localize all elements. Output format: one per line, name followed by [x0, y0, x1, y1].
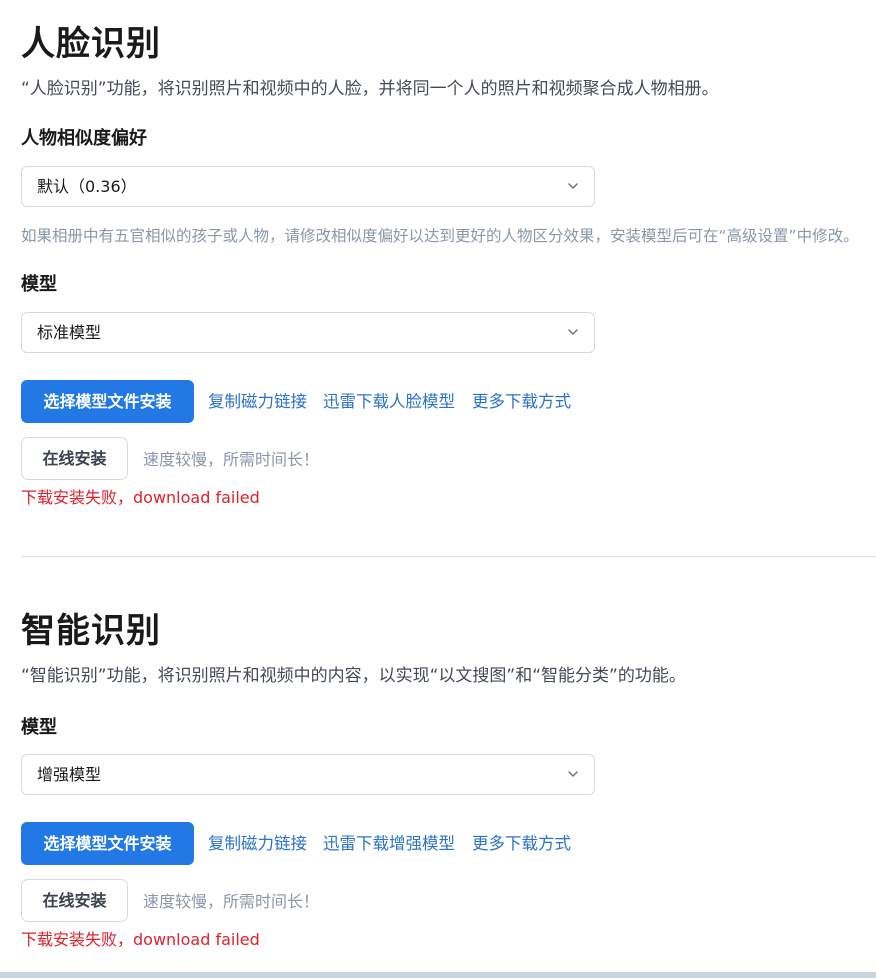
smart-error-text: 下载安装失败，download failed: [21, 930, 260, 949]
smart-model-selected-value: 增强模型: [37, 765, 102, 784]
face-more-download-link[interactable]: 更多下载方式: [472, 390, 571, 414]
similarity-selected-value: 默认（0.36）: [37, 177, 137, 196]
face-install-file-button[interactable]: 选择模型文件安装: [21, 380, 194, 423]
face-model-selected-value: 标准模型: [37, 323, 102, 342]
smart-model-select[interactable]: 增强模型: [21, 754, 595, 795]
smart-section-description: “智能识别”功能，将识别照片和视频中的内容，以实现“以文搜图”和“智能分类”的功…: [21, 666, 686, 686]
smart-section-title: 智能识别: [21, 611, 161, 651]
face-model-label: 模型: [21, 274, 57, 295]
smart-thunder-download-link[interactable]: 迅雷下载增强模型: [323, 832, 455, 856]
smart-copy-magnet-link[interactable]: 复制磁力链接: [208, 832, 307, 856]
similarity-hint: 如果相册中有五官相似的孩子或人物，请修改相似度偏好以达到更好的人物区分效果，安装…: [21, 227, 859, 245]
smart-more-download-link[interactable]: 更多下载方式: [472, 832, 571, 856]
face-thunder-download-link[interactable]: 迅雷下载人脸模型: [323, 390, 455, 414]
face-online-install-note: 速度较慢，所需时间长！: [143, 450, 320, 469]
bottom-border: [0, 972, 876, 978]
settings-page: 人脸识别 “人脸识别”功能，将识别照片和视频中的人脸，并将同一个人的照片和视频聚…: [0, 0, 876, 978]
chevron-down-icon: [568, 329, 578, 335]
similarity-select[interactable]: 默认（0.36）: [21, 166, 595, 207]
face-error-text: 下载安装失败，download failed: [21, 488, 260, 507]
chevron-down-icon: [568, 183, 578, 189]
chevron-down-icon: [568, 771, 578, 777]
face-section-description: “人脸识别”功能，将识别照片和视频中的人脸，并将同一个人的照片和视频聚合成人物相…: [21, 79, 719, 99]
face-model-select[interactable]: 标准模型: [21, 312, 595, 353]
smart-online-install-button[interactable]: 在线安装: [21, 879, 128, 922]
similarity-label: 人物相似度偏好: [21, 128, 147, 149]
face-section-title: 人脸识别: [21, 24, 161, 64]
face-copy-magnet-link[interactable]: 复制磁力链接: [208, 390, 307, 414]
smart-install-file-button[interactable]: 选择模型文件安装: [21, 822, 194, 865]
smart-model-label: 模型: [21, 717, 57, 738]
smart-online-install-note: 速度较慢，所需时间长！: [143, 892, 320, 911]
section-divider: [21, 556, 876, 557]
face-online-install-button[interactable]: 在线安装: [21, 437, 128, 480]
